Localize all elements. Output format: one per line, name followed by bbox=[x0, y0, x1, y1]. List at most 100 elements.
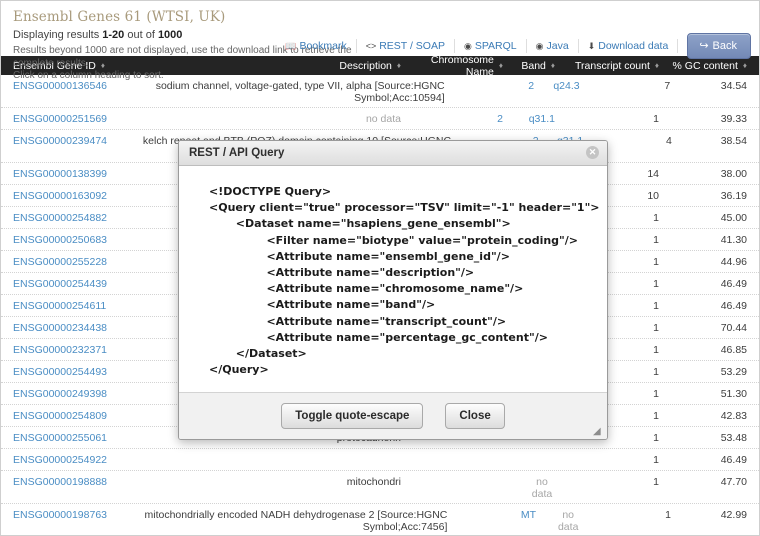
gene-id-link[interactable]: ENSG00000163092 bbox=[13, 190, 107, 202]
cell-gene-id: ENSG00000250683 bbox=[1, 234, 129, 246]
band-no-data: no data bbox=[531, 476, 553, 500]
cell-gc-content: 42.99 bbox=[720, 509, 747, 521]
cell-description: mitochondri bbox=[346, 476, 401, 488]
query-xml-text[interactable]: <!DOCTYPE Query> <Query client="true" pr… bbox=[191, 184, 600, 378]
cell-gc-content: 38.00 bbox=[720, 168, 747, 180]
cell-transcript-count: 1 bbox=[653, 454, 659, 466]
cell-description: mitochondrially encoded NADH dehydrogena… bbox=[144, 509, 448, 533]
resize-grip-icon[interactable]: ◢ bbox=[593, 426, 604, 437]
displaying-prefix: Displaying results bbox=[13, 29, 103, 41]
bookmark-link[interactable]: 📖 Bookmark bbox=[276, 39, 357, 53]
band-link[interactable]: q31.1 bbox=[529, 113, 555, 125]
java-label: Java bbox=[546, 40, 569, 52]
cell-gene-id: ENSG00000254439 bbox=[1, 278, 129, 290]
close-icon[interactable]: ✕ bbox=[586, 146, 599, 159]
cell-gene-id: ENSG00000138399 bbox=[1, 168, 129, 180]
cell-gene-id: ENSG00000232371 bbox=[1, 344, 129, 356]
cell-gc-content: 46.85 bbox=[720, 344, 747, 356]
cell-gc-content: 47.70 bbox=[720, 476, 747, 488]
book-icon: 📖 bbox=[285, 41, 297, 51]
dialog-title-bar[interactable]: REST / API Query ✕ bbox=[179, 141, 607, 166]
cell-gene-id: ENSG00000254493 bbox=[1, 366, 129, 378]
cell-gc-content: 39.33 bbox=[720, 113, 747, 125]
close-button[interactable]: Close bbox=[445, 403, 505, 429]
displaying-middle: out of bbox=[124, 29, 158, 41]
column-header-transcript-count-label: Transcript count bbox=[575, 59, 650, 72]
sparql-link[interactable]: ◉ SPARQL bbox=[455, 39, 527, 53]
download-data-link[interactable]: ⬇ Download data bbox=[579, 39, 679, 53]
back-arrow-icon: ↪ bbox=[699, 40, 709, 52]
sort-icon: ♦ bbox=[550, 61, 555, 70]
java-link[interactable]: ◉ Java bbox=[527, 39, 579, 53]
cell-gene-id: ENSG00000254882 bbox=[1, 212, 129, 224]
cell-gene-id: ENSG00000251569 bbox=[1, 113, 129, 125]
cell-gc-content: 46.49 bbox=[720, 278, 747, 290]
gene-id-link[interactable]: ENSG00000198888 bbox=[13, 476, 107, 488]
displaying-total: 1000 bbox=[157, 29, 183, 41]
dialog-footer: Toggle quote-escape Close ◢ bbox=[179, 392, 607, 439]
cell-gene-id: ENSG00000255061 bbox=[1, 432, 129, 444]
cell-chromosome-name: 2 bbox=[453, 80, 538, 92]
biomart-results-page: Ensembl Genes 61 (WTSI, UK) Displaying r… bbox=[0, 0, 760, 536]
cell-gene-id: ENSG00000198888 bbox=[1, 476, 129, 488]
table-row: ENSG00000198888 mitochondri no data 1 47.70 bbox=[1, 471, 759, 504]
column-header-band[interactable]: Band ♦ bbox=[507, 60, 559, 72]
sort-icon: ♦ bbox=[396, 61, 401, 70]
cell-gc-content: 51.30 bbox=[720, 388, 747, 400]
sort-icon: ♦ bbox=[742, 61, 747, 70]
cell-gc-content: 38.54 bbox=[720, 135, 747, 147]
cell-band: no data bbox=[540, 509, 585, 533]
cell-gene-id: ENSG00000198763 bbox=[1, 509, 113, 521]
cell-gc-content: 42.83 bbox=[720, 410, 747, 422]
column-header-band-label: Band bbox=[521, 59, 546, 72]
bookmark-label: Bookmark bbox=[299, 40, 347, 52]
cell-transcript-count: 1 bbox=[653, 476, 659, 488]
gene-id-link[interactable]: ENSG00000255061 bbox=[13, 432, 107, 444]
table-row: ENSG00000198763 mitochondrially encoded N… bbox=[1, 504, 759, 535]
column-header-gc-content[interactable]: % GC content ♦ bbox=[663, 60, 759, 72]
sparql-icon: ◉ bbox=[463, 41, 472, 51]
rest-soap-label: REST / SOAP bbox=[379, 40, 445, 52]
gene-id-link[interactable]: ENSG00000198763 bbox=[13, 509, 107, 521]
cell-gc-content: 53.48 bbox=[720, 432, 747, 444]
gene-id-link[interactable]: ENSG00000254439 bbox=[13, 278, 107, 290]
gene-id-link[interactable]: ENSG00000251569 bbox=[13, 113, 107, 125]
cell-description: no data bbox=[365, 113, 401, 125]
chromosome-link[interactable]: 2 bbox=[497, 113, 503, 125]
gene-id-link[interactable]: ENSG00000255228 bbox=[13, 256, 107, 268]
cell-gc-content: 53.29 bbox=[720, 366, 747, 378]
gene-id-link[interactable]: ENSG00000254882 bbox=[13, 212, 107, 224]
download-icon: ⬇ bbox=[587, 41, 596, 51]
dialog-body: <!DOCTYPE Query> <Query client="true" pr… bbox=[179, 166, 607, 392]
dialog-title-label: REST / API Query bbox=[189, 147, 285, 159]
gene-id-link[interactable]: ENSG00000254493 bbox=[13, 366, 107, 378]
gene-id-link[interactable]: ENSG00000232371 bbox=[13, 344, 107, 356]
chromosome-link[interactable]: MT bbox=[521, 509, 536, 521]
rest-soap-link[interactable]: <> REST / SOAP bbox=[357, 39, 455, 53]
gene-id-link[interactable]: ENSG00000239474 bbox=[13, 135, 107, 147]
chromosome-link[interactable]: 2 bbox=[528, 80, 534, 92]
cell-gc-content: 70.44 bbox=[720, 322, 747, 334]
gene-id-link[interactable]: ENSG00000249398 bbox=[13, 388, 107, 400]
gene-id-link[interactable]: ENSG00000234438 bbox=[13, 322, 107, 334]
cell-chromosome-name: MT bbox=[455, 509, 540, 521]
cell-gc-content: 44.96 bbox=[720, 256, 747, 268]
back-button-label: Back bbox=[712, 39, 737, 52]
cell-gene-id: ENSG00000234438 bbox=[1, 322, 129, 334]
back-button[interactable]: ↪ Back bbox=[687, 33, 751, 59]
table-row: ENSG00000251569 no data 2 q31.1 1 39.33 bbox=[1, 108, 759, 130]
cell-gene-id: ENSG00000249398 bbox=[1, 388, 129, 400]
gene-id-link[interactable]: ENSG00000250683 bbox=[13, 234, 107, 246]
cell-transcript-count: 7 bbox=[664, 80, 671, 92]
gene-id-link[interactable]: ENSG00000254809 bbox=[13, 410, 107, 422]
gene-id-link[interactable]: ENSG00000254611 bbox=[13, 300, 106, 312]
results-header: Ensembl Genes 61 (WTSI, UK) Displaying r… bbox=[1, 1, 759, 81]
gene-id-link[interactable]: ENSG00000254922 bbox=[13, 454, 107, 466]
toggle-quote-escape-button[interactable]: Toggle quote-escape bbox=[281, 403, 424, 429]
column-header-transcript-count[interactable]: Transcript count ♦ bbox=[559, 60, 663, 72]
sort-icon: ♦ bbox=[498, 61, 503, 70]
band-link[interactable]: q24.3 bbox=[553, 80, 579, 92]
cell-gc-content: 45.00 bbox=[720, 212, 747, 224]
results-note-line2: Click on a column heading to sort. bbox=[13, 70, 164, 81]
gene-id-link[interactable]: ENSG00000138399 bbox=[13, 168, 107, 180]
